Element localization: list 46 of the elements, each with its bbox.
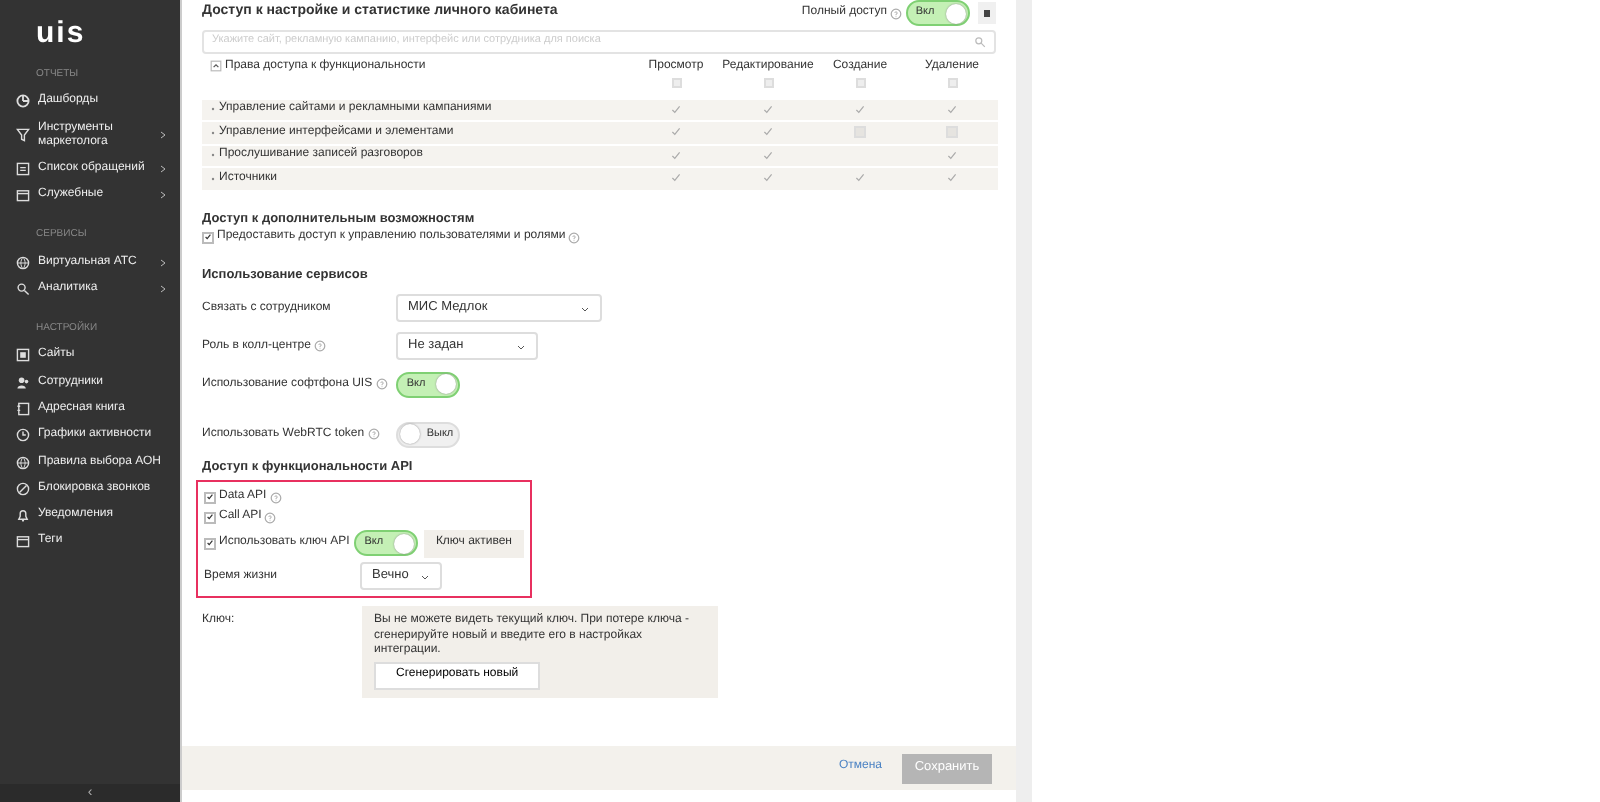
- bell-icon: [16, 508, 30, 523]
- checkmark-icon: [946, 103, 958, 116]
- window-icon: [16, 348, 30, 363]
- checkbox[interactable]: [946, 103, 958, 116]
- calendar-icon: [16, 187, 30, 202]
- select-all-checkbox[interactable]: [855, 77, 865, 87]
- checkbox[interactable]: [854, 103, 866, 116]
- checkbox[interactable]: [762, 103, 774, 116]
- select-all-checkbox[interactable]: [763, 77, 773, 87]
- checkbox[interactable]: [204, 511, 216, 524]
- checkbox[interactable]: [670, 103, 682, 116]
- pie-chart-icon: [16, 94, 30, 109]
- logo[interactable]: uis: [0, 20, 180, 48]
- checkmark-icon: [854, 103, 866, 116]
- address-book-icon: [16, 401, 30, 416]
- globe-icon: [16, 255, 30, 270]
- checkbox[interactable]: [204, 491, 216, 504]
- globe-icon: [16, 455, 30, 470]
- checkbox[interactable]: [202, 231, 214, 244]
- collapse-icon: [210, 60, 222, 73]
- checkmark-icon: [204, 232, 212, 243]
- checkbox[interactable]: [204, 537, 216, 550]
- checkbox[interactable]: [670, 126, 682, 139]
- block-icon: [16, 481, 30, 496]
- select-all-checkbox[interactable]: [947, 77, 957, 87]
- people-icon: [16, 375, 30, 390]
- help-icon: [890, 7, 902, 19]
- checkbox[interactable]: [946, 149, 958, 162]
- checkbox[interactable]: [762, 172, 774, 185]
- checkbox[interactable]: [670, 149, 682, 162]
- filter-icon: [16, 128, 30, 143]
- checkbox[interactable]: [762, 126, 774, 139]
- select-all-checkbox[interactable]: [671, 77, 681, 87]
- checkbox[interactable]: [946, 172, 958, 185]
- trash-icon[interactable]: [978, 2, 996, 24]
- checkbox[interactable]: [670, 172, 682, 185]
- search-icon: [974, 35, 986, 47]
- checkbox[interactable]: [762, 149, 774, 162]
- checkmark-icon: [854, 172, 866, 185]
- help-icon: [568, 231, 581, 244]
- clock-icon: [16, 428, 30, 443]
- checkbox[interactable]: [854, 172, 866, 185]
- list-icon: [16, 161, 30, 176]
- checkmark-icon: [206, 538, 214, 549]
- calendar-icon: [16, 534, 30, 549]
- magnifier-icon: [16, 281, 30, 296]
